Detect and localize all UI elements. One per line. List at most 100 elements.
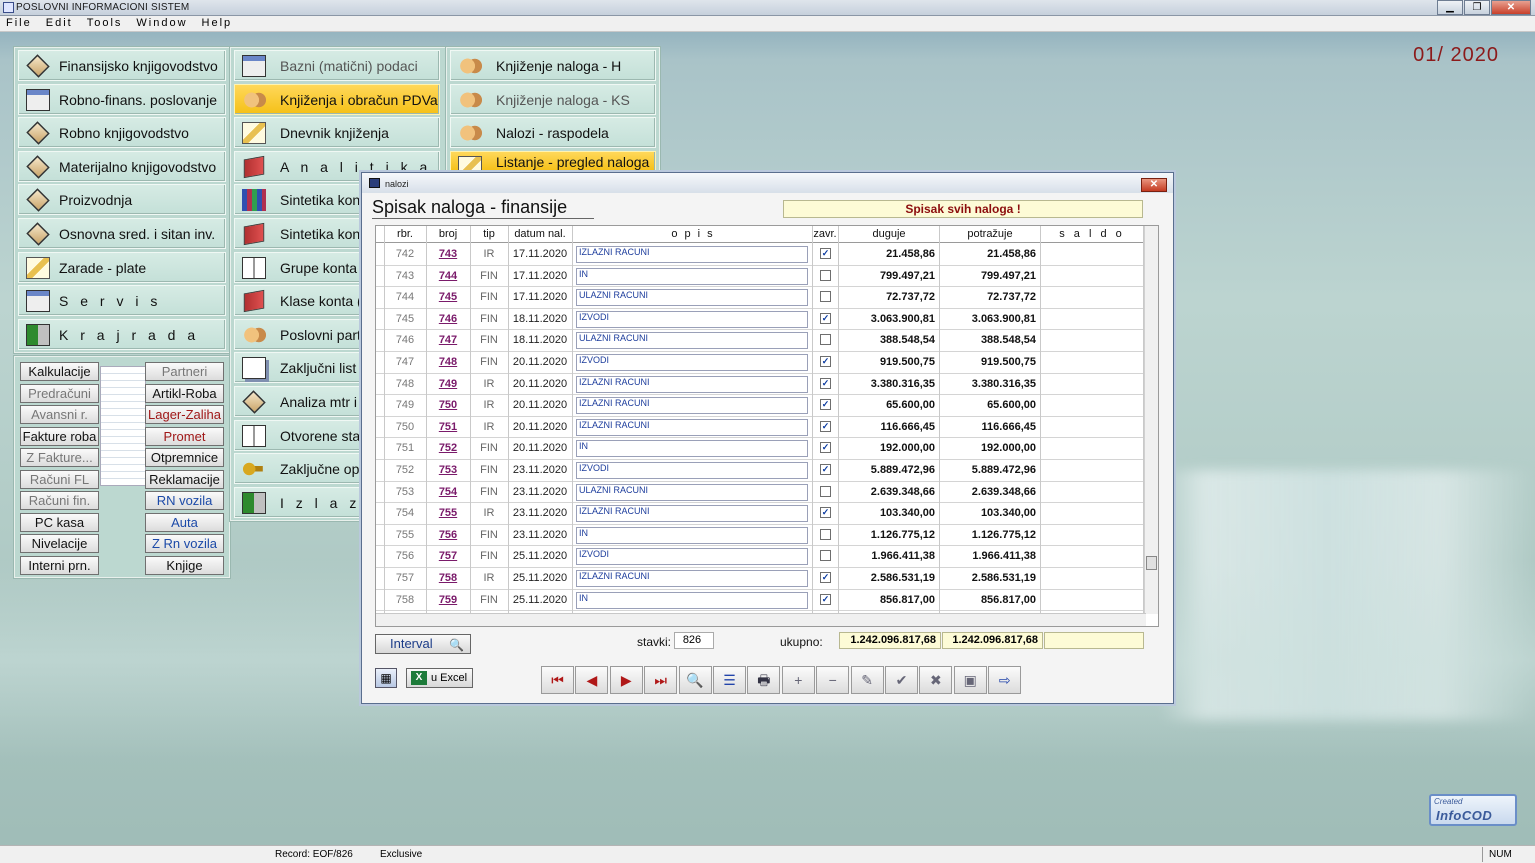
table-row[interactable]: 751 752 FIN 20.11.2020 IN ✓ 192.000,00 192.000,… <box>376 438 1146 460</box>
cell-opis[interactable]: IN <box>576 267 808 285</box>
shortcut-otpremnice[interactable]: Otpremnice <box>145 448 224 467</box>
shortcut-interni-prn-[interactable]: Interni prn. <box>20 555 99 575</box>
menu-listanje[interactable]: Listanje - pregled naloga <box>450 151 656 172</box>
menu-knjizenje-h[interactable]: Knjiženje naloga - H <box>450 50 656 81</box>
cell-broj-link[interactable]: 757 <box>428 546 468 567</box>
menu-help[interactable]: Help <box>202 16 233 31</box>
cell-zavrsen-checkbox[interactable]: ✓ <box>820 442 831 454</box>
cell-zavrsen-checkbox[interactable]: ✓ <box>820 572 831 583</box>
table-row[interactable]: 752 753 FIN 23.11.2020 IZVODI ✓ 5.889.472,96 5.… <box>376 460 1146 482</box>
cell-opis[interactable]: ULAZNI RACUNI <box>576 289 808 307</box>
cell-zavrsen-checkbox[interactable]: ✓ <box>820 464 831 475</box>
col-zavr[interactable]: zavr. <box>812 228 838 240</box>
cell-zavrsen-checkbox[interactable]: ✓ <box>820 356 831 367</box>
cell-opis[interactable]: IZVODI <box>576 310 808 328</box>
shortcut-ra-uni-fin-[interactable]: Računi fin. <box>20 491 99 510</box>
cell-opis[interactable]: IZVODI <box>576 354 808 371</box>
menu-window[interactable]: Window <box>136 16 187 31</box>
table-row[interactable]: 747 748 FIN 20.11.2020 IZVODI ✓ 919.500,75 919.… <box>376 352 1146 374</box>
shortcut-z-fakture-[interactable]: Z Fakture... <box>20 448 99 467</box>
col-potrazuje[interactable]: potražuje <box>940 228 1040 240</box>
shortcut-knjige[interactable]: Knjige <box>145 555 224 575</box>
cell-zavrsen-checkbox[interactable]: ✓ <box>820 399 831 411</box>
add-button[interactable]: + <box>781 666 815 694</box>
table-row[interactable]: 758 759 FIN 25.11.2020 IN ✓ 856.817,00 856.817,… <box>376 590 1146 612</box>
shortcut-rn-vozila[interactable]: RN vozila <box>145 491 224 510</box>
cell-zavrsen-checkbox[interactable]: ✓ <box>820 420 831 432</box>
shortcut-auta[interactable]: Auta <box>145 512 224 532</box>
shortcut-avansni-r-[interactable]: Avansni r. <box>20 405 99 424</box>
cell-opis[interactable]: IZLAZNI RACUNI <box>576 246 808 263</box>
shortcut-lager-zaliha[interactable]: Lager-Zaliha <box>145 405 224 424</box>
menu-proizvodnja[interactable]: Proizvodnja <box>18 184 226 215</box>
first-record-button[interactable]: ⏮ <box>541 666 574 694</box>
table-row[interactable]: 749 750 IR 20.11.2020 IZLAZNI RACUNI ✓ 65.600,… <box>376 395 1146 417</box>
search-button[interactable]: 🔍 <box>678 666 712 694</box>
shortcut-kalkulacije[interactable]: Kalkulacije <box>20 362 99 381</box>
table-row[interactable]: 742 743 IR 17.11.2020 IZLAZNI RACUNI ✓ 21.458,… <box>376 244 1146 266</box>
table-row[interactable]: 755 756 FIN 23.11.2020 IN 1.126.775,12 1.126.7… <box>376 525 1146 547</box>
cell-broj-link[interactable]: 747 <box>428 330 468 351</box>
cell-zavrsen-checkbox[interactable]: ✓ <box>820 248 831 259</box>
cell-opis[interactable]: IZLAZNI RACUNI <box>576 418 808 436</box>
table-row[interactable]: 746 747 FIN 18.11.2020 ULAZNI RACUNI 388.548,… <box>376 330 1146 352</box>
cell-zavrsen-checkbox[interactable] <box>820 291 831 303</box>
menu-servis[interactable]: S e r v i s <box>18 285 226 316</box>
cell-zavrsen-checkbox[interactable] <box>820 528 831 540</box>
table-row[interactable]: 753 754 FIN 23.11.2020 ULAZNI RACUNI 2.639.34… <box>376 482 1146 504</box>
shortcut-partneri[interactable]: Partneri <box>145 362 224 381</box>
cell-opis[interactable]: IZVODI <box>576 462 808 479</box>
menu-materijalno[interactable]: Materijalno knjigovodstvo <box>18 151 226 182</box>
shortcut-predra-uni[interactable]: Predračuni <box>20 383 99 403</box>
menu-knjizenja-pdv[interactable]: Knjiženja i obračun PDVa <box>234 84 440 115</box>
list-view-button[interactable]: ☰ <box>713 666 746 694</box>
cell-opis[interactable]: IZVODI <box>576 548 808 566</box>
delete-button[interactable]: − <box>816 666 850 694</box>
minimize-button[interactable]: ▁ <box>1437 0 1463 15</box>
cancel-button[interactable]: ✖ <box>919 666 953 694</box>
grid-horizontal-scrollbar[interactable] <box>376 613 1146 626</box>
cell-opis[interactable]: IZLAZNI RACUNI <box>576 570 808 587</box>
confirm-button[interactable]: ✔ <box>885 666 918 694</box>
cell-broj-link[interactable]: 758 <box>428 568 468 589</box>
cell-opis[interactable]: IN <box>576 526 808 544</box>
cell-opis[interactable]: IZLAZNI RACUNI <box>576 505 808 523</box>
shortcut-pc-kasa[interactable]: PC kasa <box>20 512 99 532</box>
cell-zavrsen-checkbox[interactable] <box>820 334 831 346</box>
shortcut-artikl-roba[interactable]: Artikl-Roba <box>145 383 224 403</box>
cell-broj-link[interactable]: 744 <box>428 266 468 287</box>
menu-bazni-podaci[interactable]: Bazni (matični) podaci <box>234 50 440 81</box>
menu-robno[interactable]: Robno knjigovodstvo <box>18 117 226 148</box>
close-button[interactable]: ✕ <box>1491 0 1531 15</box>
cell-broj-link[interactable]: 745 <box>428 287 468 308</box>
col-rbr[interactable]: rbr. <box>386 228 424 240</box>
cell-zavrsen-checkbox[interactable] <box>820 550 831 562</box>
shortcut-promet[interactable]: Promet <box>145 426 224 446</box>
table-row[interactable]: 754 755 IR 23.11.2020 IZLAZNI RACUNI ✓ 103.340… <box>376 503 1146 525</box>
col-datum[interactable]: datum nal. <box>510 228 570 240</box>
exit-button[interactable]: ⇨ <box>988 666 1022 694</box>
col-saldo[interactable]: s a l d o <box>1041 228 1143 240</box>
maximize-button[interactable]: ❐ <box>1464 0 1490 15</box>
cell-opis[interactable]: IN <box>576 440 808 458</box>
export-excel-button[interactable]: X u Excel <box>406 668 473 688</box>
menu-dnevnik[interactable]: Dnevnik knjiženja <box>234 117 440 148</box>
cell-opis[interactable]: ULAZNI RACUNI <box>576 483 808 501</box>
cell-opis[interactable]: IZLAZNI RACUNI <box>576 397 808 415</box>
col-broj[interactable]: broj <box>428 228 468 240</box>
cell-broj-link[interactable]: 748 <box>428 352 468 373</box>
cell-opis[interactable]: IZLAZNI RACUNI <box>576 375 808 393</box>
shortcut-fakture-roba[interactable]: Fakture roba <box>20 426 99 446</box>
cell-broj-link[interactable]: 750 <box>428 395 468 416</box>
table-row[interactable]: 750 751 IR 20.11.2020 IZLAZNI RACUNI ✓ 116.666… <box>376 417 1146 439</box>
interval-button[interactable]: Interval 🔍 <box>375 634 471 654</box>
cell-zavrsen-checkbox[interactable]: ✓ <box>820 507 831 519</box>
table-row[interactable]: 743 744 FIN 17.11.2020 IN 799.497,21 799.497,2… <box>376 266 1146 288</box>
cell-opis[interactable]: IN <box>576 591 808 609</box>
table-row[interactable]: 757 758 IR 25.11.2020 IZLAZNI RACUNI ✓ 2.586.5… <box>376 568 1146 590</box>
cell-zavrsen-checkbox[interactable] <box>820 269 831 281</box>
shortcut-ra-uni-fl[interactable]: Računi FL <box>20 469 99 489</box>
shortcut-reklamacije[interactable]: Reklamacije <box>145 469 224 489</box>
cell-broj-link[interactable]: 749 <box>428 374 468 395</box>
cell-broj-link[interactable]: 751 <box>428 417 468 438</box>
